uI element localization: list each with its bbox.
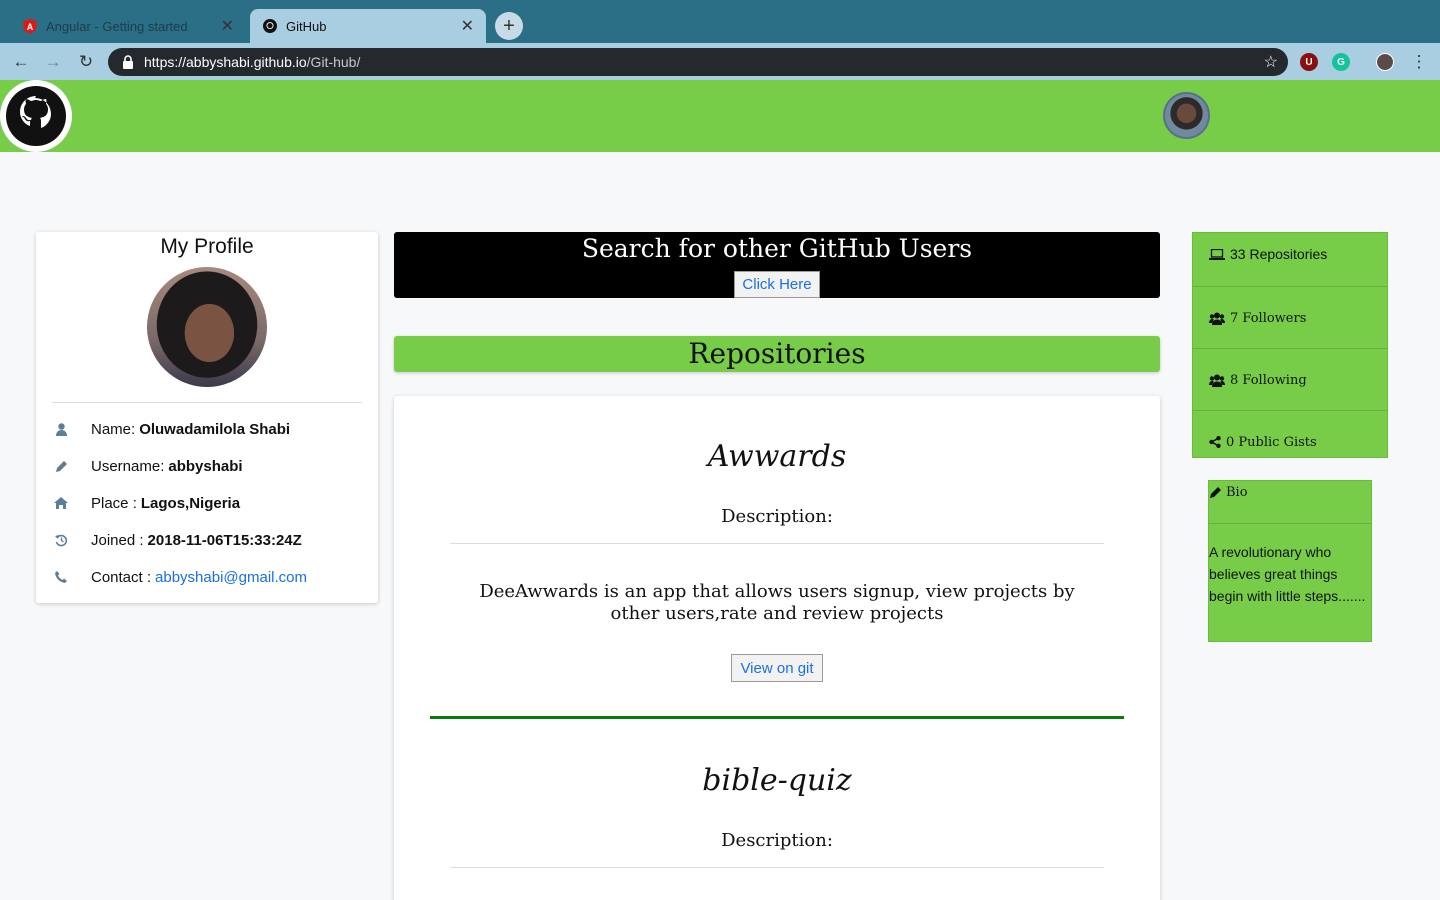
stat-repositories[interactable]: 33 Repositories — [1193, 244, 1387, 264]
stat-gists-label: 0 Public Gists — [1226, 434, 1317, 450]
profile-heading: My Profile — [160, 235, 254, 258]
bio-panel: Bio A revolutionary who believes great t… — [1208, 480, 1372, 642]
stat-following-label: 8 Following — [1230, 372, 1307, 388]
search-users-panel: Search for other GitHub Users Click Here — [394, 232, 1160, 298]
name-label: Name: — [91, 420, 136, 438]
lock-icon — [123, 55, 133, 69]
stat-followers[interactable]: 7 Followers — [1193, 308, 1387, 328]
home-icon — [52, 497, 70, 509]
menu-dots-icon[interactable]: ⋮ — [1408, 51, 1430, 73]
bio-text: A revolutionary who believes great thing… — [1209, 544, 1366, 604]
users-icon — [1209, 374, 1225, 387]
profile-contact-row: Contact : abbyshabi@gmail.com — [52, 567, 307, 587]
joined-value: 2018-11-06T15:33:24Z — [147, 531, 302, 549]
bookmark-star-icon[interactable]: ☆ — [1264, 52, 1278, 72]
close-icon[interactable]: ✕ — [461, 16, 474, 36]
github-logo-icon[interactable] — [0, 80, 72, 152]
contact-email-link[interactable]: abbyshabi@gmail.com — [155, 569, 307, 586]
place-label: Place : — [91, 494, 137, 512]
header-avatar[interactable] — [1163, 92, 1210, 139]
divider — [1193, 410, 1387, 411]
browser-tab-bar: A Angular - Getting started ✕ GitHub ✕ + — [0, 0, 1440, 43]
browser-toolbar: ← → ↻ https://abbyshabi.github.io/Git-hu… — [0, 43, 1440, 80]
share-icon — [1209, 436, 1221, 448]
repo-separator — [430, 716, 1124, 719]
bio-heading: Bio — [1226, 485, 1248, 500]
repositories-heading: Repositories — [394, 336, 1160, 372]
repositories-list: Awwards Description: DeeAwwards is an ap… — [394, 396, 1160, 900]
repo-name: Awwards — [707, 439, 847, 474]
new-tab-button[interactable]: + — [495, 12, 523, 40]
stat-followers-label: 7 Followers — [1230, 310, 1307, 326]
search-title: Search for other GitHub Users — [581, 234, 973, 263]
divider — [1209, 523, 1371, 524]
name-value: Oluwadamilola Shabi — [139, 420, 291, 438]
github-icon — [262, 18, 278, 34]
stat-repositories-label: 33 Repositories — [1230, 246, 1328, 262]
ublock-icon[interactable]: U — [1300, 53, 1318, 71]
angular-icon: A — [22, 18, 38, 34]
joined-label: Joined : — [91, 531, 144, 549]
stats-panel: 33 Repositories 7 Followers 8 Following … — [1192, 232, 1388, 458]
bio-heading-row: Bio — [1209, 485, 1248, 500]
phone-icon — [52, 571, 70, 583]
reload-icon[interactable]: ↻ — [75, 51, 97, 73]
repo-description-label: Description: — [721, 830, 833, 851]
user-icon — [52, 422, 70, 436]
profile-photo — [147, 267, 267, 387]
place-value: Lagos,Nigeria — [140, 494, 241, 512]
tab-angular[interactable]: A Angular - Getting started ✕ — [10, 9, 246, 43]
history-icon — [52, 534, 70, 547]
profile-username-row: Username: abbyshabi — [52, 456, 243, 476]
pencil-icon — [52, 460, 70, 473]
users-icon — [1209, 312, 1225, 325]
view-on-git-button[interactable]: View on git — [731, 654, 823, 682]
username-label: Username: — [91, 457, 165, 475]
stat-gists[interactable]: 0 Public Gists — [1193, 432, 1387, 452]
url-text: https://abbyshabi.github.io/Git-hub/ — [144, 54, 360, 70]
forward-arrow-icon[interactable]: → — [42, 51, 64, 73]
profile-card: My Profile Name: Oluwadamilola Shabi Use… — [36, 232, 378, 603]
site-header — [0, 80, 1440, 152]
contact-label: Contact : — [91, 568, 152, 586]
laptop-icon — [1209, 248, 1225, 260]
repo-name: bible-quiz — [702, 763, 852, 798]
tab-title: GitHub — [286, 18, 327, 34]
close-icon[interactable]: ✕ — [221, 16, 234, 36]
repo-description: DeeAwwards is an app that allows users s… — [479, 581, 1075, 624]
profile-name-row: Name: Oluwadamilola Shabi — [52, 419, 290, 439]
url-path: /Git-hub/ — [306, 54, 361, 70]
address-bar[interactable]: https://abbyshabi.github.io/Git-hub/ ☆ — [108, 48, 1288, 76]
username-value: abbyshabi — [168, 457, 243, 475]
repo-description-label: Description: — [721, 506, 833, 527]
profile-joined-row: Joined : 2018-11-06T15:33:24Z — [52, 530, 302, 550]
profile-avatar-icon[interactable] — [1376, 53, 1394, 71]
url-host: https://abbyshabi.github.io — [144, 54, 307, 70]
profile-place-row: Place : Lagos,Nigeria — [52, 493, 240, 513]
grammarly-icon[interactable]: G — [1332, 53, 1350, 71]
tab-title: Angular - Getting started — [46, 18, 188, 34]
divider — [450, 867, 1104, 868]
tab-github[interactable]: GitHub ✕ — [250, 9, 486, 43]
stat-following[interactable]: 8 Following — [1193, 370, 1387, 390]
divider — [450, 543, 1104, 544]
pencil-icon — [1209, 486, 1222, 499]
divider — [1193, 348, 1387, 349]
click-here-button[interactable]: Click Here — [734, 271, 820, 298]
back-arrow-icon[interactable]: ← — [10, 51, 32, 73]
divider — [52, 402, 362, 403]
svg-text:A: A — [27, 22, 34, 32]
divider — [1193, 286, 1387, 287]
